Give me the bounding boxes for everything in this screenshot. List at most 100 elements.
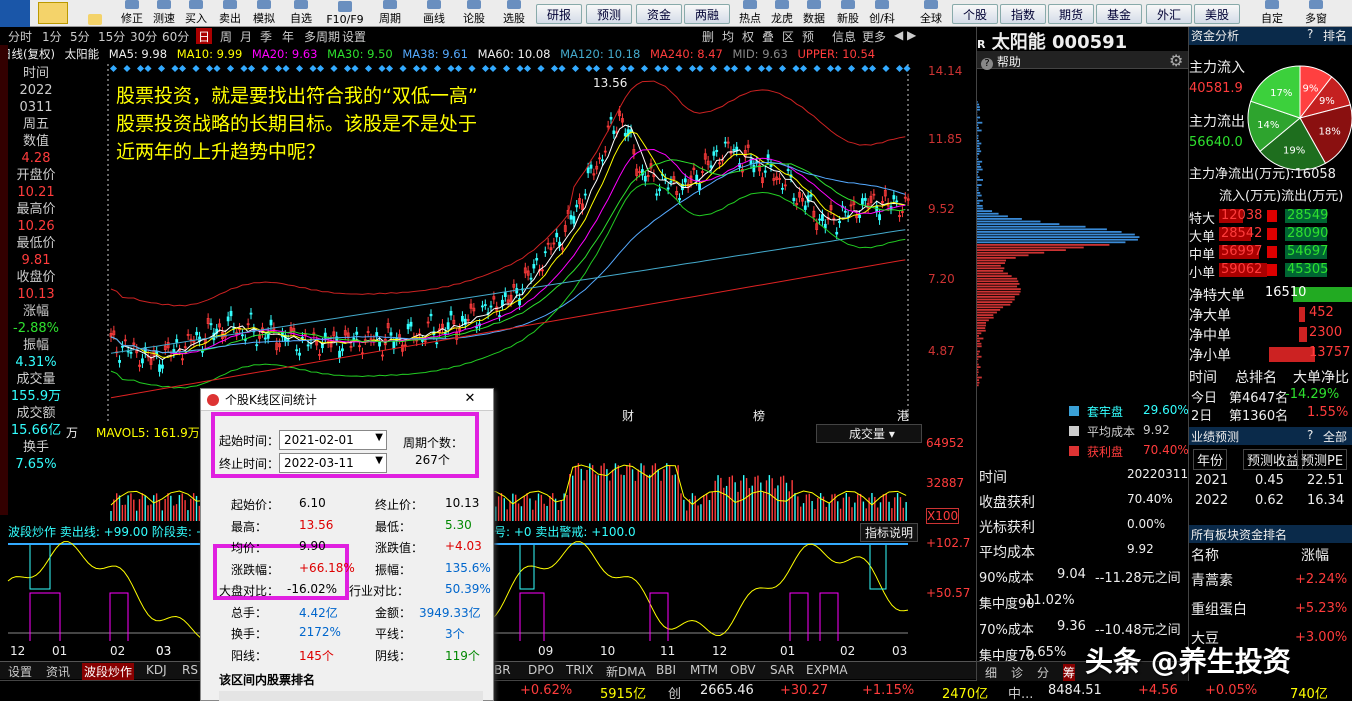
period-tab[interactable]: 日: [196, 28, 212, 44]
fund-rank-button[interactable]: 排名: [1323, 27, 1347, 44]
chip-legend-value: 9.92: [1143, 423, 1170, 437]
indicator-tab[interactable]: KDJ: [146, 663, 167, 677]
indicator-tab[interactable]: BBI: [656, 663, 676, 677]
sector-name[interactable]: 重组蛋白: [1191, 599, 1247, 619]
vol-unit: 万: [66, 424, 78, 441]
indicator-tab[interactable]: 新DMA: [606, 663, 646, 680]
period-tab[interactable]: 设置: [340, 28, 368, 44]
toolbar-button[interactable]: 模拟: [248, 0, 280, 27]
start-date-select[interactable]: 2021-02-01 ▼: [279, 430, 387, 450]
chart-tool-button[interactable]: 更多: [860, 28, 888, 44]
period-tab[interactable]: 60分: [160, 28, 191, 44]
period-tab[interactable]: 周: [218, 28, 234, 44]
toolbar-button[interactable]: 龙虎: [766, 0, 798, 27]
sector-name[interactable]: 青蒿素: [1191, 570, 1233, 590]
toolbar-button[interactable]: 画线: [418, 0, 450, 27]
forecast-help[interactable]: ?: [1307, 428, 1313, 442]
chart-tool-button[interactable]: 均: [720, 28, 736, 44]
menu-button[interactable]: [0, 0, 30, 27]
toolbar-button[interactable]: 自定: [1254, 0, 1290, 27]
close-icon[interactable]: ✕: [455, 391, 485, 408]
chart-tool-button[interactable]: 叠: [760, 28, 776, 44]
flow-marker: [1267, 246, 1277, 258]
toolbar-button[interactable]: 修正: [116, 0, 148, 27]
toolbar-button-label: 热点: [739, 10, 761, 26]
chip-tab[interactable]: 筹: [1063, 664, 1075, 681]
flow-row-label: 中单: [1189, 244, 1215, 263]
status-value: 5915亿: [600, 683, 646, 701]
chart-tool-button[interactable]: 预: [800, 28, 816, 44]
toolbar-button[interactable]: F10/F9: [322, 0, 368, 27]
toolbar-button[interactable]: 论股: [458, 0, 490, 27]
chip-tab[interactable]: 分: [1037, 664, 1049, 681]
forecast-all[interactable]: 全部: [1323, 428, 1347, 445]
period-tab[interactable]: 15分: [96, 28, 127, 44]
toolbar-button[interactable]: 自选: [285, 0, 317, 27]
toolbar-button[interactable]: 多窗: [1298, 0, 1334, 27]
indicator-tab[interactable]: BR: [494, 663, 511, 677]
toolbar-button[interactable]: 周期: [374, 0, 406, 27]
help-label[interactable]: ? 帮助: [981, 53, 1021, 70]
chart-tool-button[interactable]: 删: [700, 28, 716, 44]
period-tab[interactable]: 年: [280, 28, 296, 44]
toolbar-button[interactable]: 新股: [832, 0, 864, 27]
chip-tab[interactable]: 诊: [1011, 664, 1023, 681]
toolbar-tab[interactable]: 外汇: [1146, 4, 1192, 24]
toolbar-tab[interactable]: 个股: [952, 4, 998, 24]
toolbar-button[interactable]: 测速: [148, 0, 180, 27]
indicator-tab[interactable]: 波段炒作: [82, 663, 134, 680]
indicator-tab[interactable]: SAR: [770, 663, 794, 677]
toolbar-tab[interactable]: 期货: [1048, 4, 1094, 24]
chart-tool-button[interactable]: 区: [780, 28, 796, 44]
toolbar-tab[interactable]: 两融: [684, 4, 730, 24]
chart-tool-button[interactable]: 信息: [830, 28, 858, 44]
indicator-tab[interactable]: MTM: [690, 663, 718, 677]
indicator-help-button[interactable]: 指标说明: [860, 523, 918, 542]
period-tab[interactable]: 季: [258, 28, 274, 44]
period-tab[interactable]: 1分: [40, 28, 64, 44]
toolbar-tab[interactable]: 预测: [586, 4, 632, 24]
indicator-tab[interactable]: OBV: [730, 663, 756, 677]
indicator-tab[interactable]: 设置: [8, 663, 32, 680]
indicator-tab[interactable]: DPO: [528, 663, 554, 677]
period-tab[interactable]: 月: [238, 28, 254, 44]
toolbar-button[interactable]: 数据: [798, 0, 830, 27]
toolbar-tab[interactable]: 研报: [536, 4, 582, 24]
chart-tool-button[interactable]: 权: [740, 28, 756, 44]
indicator-tab[interactable]: EXPMA: [806, 663, 848, 677]
indicator-tab[interactable]: TRIX: [566, 663, 593, 677]
arrow-icons[interactable]: ◀ ▶: [892, 28, 918, 44]
toolbar-icon: [294, 0, 308, 9]
indicator-tab[interactable]: RS: [182, 663, 198, 677]
down-arrow-icon[interactable]: [84, 0, 106, 27]
fund-help-button[interactable]: ?: [1307, 27, 1313, 41]
status-value: +0.62%: [520, 683, 572, 698]
gear-icon[interactable]: ⚙: [1169, 51, 1183, 70]
toolbar-button[interactable]: 卖出: [214, 0, 246, 27]
toolbar-button[interactable]: 全球: [914, 0, 948, 27]
ma30-value: MA30: 9.50: [327, 47, 393, 61]
toolbar-tab[interactable]: 基金: [1096, 4, 1142, 24]
toolbar-button[interactable]: 创/科: [866, 0, 898, 27]
toolbar-tab[interactable]: 指数: [1000, 4, 1046, 24]
fund-header: 资金分析 ? 排名: [1189, 27, 1352, 45]
chip-tab[interactable]: 细: [985, 664, 997, 681]
end-date-select[interactable]: 2022-03-11 ▼: [279, 453, 387, 473]
toolbar-tab[interactable]: 资金: [636, 4, 682, 24]
toolbar-button-label: 周期: [379, 10, 401, 26]
info-value: 15.66亿: [8, 422, 64, 439]
back-arrow-icon[interactable]: [38, 2, 68, 24]
toolbar-button[interactable]: 热点: [734, 0, 766, 27]
toolbar-button[interactable]: 选股: [498, 0, 530, 27]
period-tab[interactable]: 分时: [6, 28, 34, 44]
period-tab[interactable]: 多周期: [302, 28, 342, 44]
toolbar-tab[interactable]: 美股: [1194, 4, 1240, 24]
toolbar-button[interactable]: 买入: [180, 0, 212, 27]
info-value: 2022: [8, 82, 64, 99]
period-tab[interactable]: 30分: [128, 28, 159, 44]
stat-label: 平线：: [375, 625, 411, 642]
period-tab[interactable]: 5分: [68, 28, 92, 44]
period-bar: 分时 1分 5分 15分 30分 60分日周月季年多周期 设置 删均权叠区预信息 更多 ◀ ▶: [0, 27, 922, 45]
indicator-tab[interactable]: 资讯: [46, 663, 70, 680]
main-toolbar: 修正 测速 买入 卖出 模拟 自选 F10/F9 周期 画线 论股 选股 研报 预测 资金 两融 热点 龙虎 数据…: [0, 0, 1352, 27]
